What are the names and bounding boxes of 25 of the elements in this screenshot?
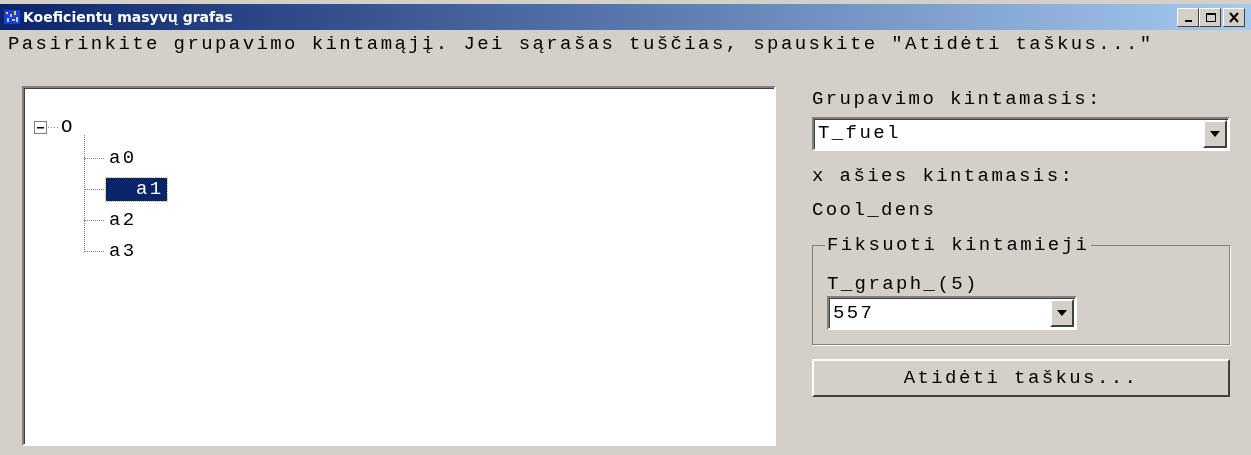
field-label: T_graph_(5) (827, 273, 980, 296)
app-icon (4, 9, 20, 25)
points-button[interactable]: Atidėti taškus... (812, 359, 1230, 397)
tree-item[interactable]: a3 (106, 239, 140, 263)
tree-item[interactable]: a2 (106, 208, 140, 232)
field-label: x ašies kintamasis: (812, 164, 1076, 188)
close-button[interactable] (1223, 7, 1245, 27)
caret-icon (1210, 130, 1220, 137)
tree-item[interactable]: a0 (106, 146, 140, 170)
minimize-icon (1184, 20, 1192, 22)
collapse-icon[interactable] (34, 120, 58, 134)
window-title: Koeficientų masyvų grafas (23, 7, 234, 27)
tree-item[interactable]: a1 (106, 177, 167, 201)
group-title: Fiksuoti kintamieji (826, 236, 1091, 256)
close-icon (1227, 11, 1241, 23)
maximize-button[interactable] (1199, 7, 1221, 27)
caret-icon (1057, 310, 1067, 316)
grouping-dropdown[interactable]: T_fuel (812, 116, 1230, 151)
value-dropdown[interactable]: 557 (827, 296, 1077, 330)
instruction-text: Pasirinkite grupavimo kintamąjį. Jei sąrašas tuščias, spauskite "Atidėti taškus..." (7, 32, 1155, 56)
field-value: Cool_dens (812, 199, 938, 223)
minimize-button[interactable] (1177, 7, 1199, 27)
tree-item[interactable]: O (58, 115, 78, 139)
maximize-icon (1203, 11, 1217, 23)
field-label: Grupavimo kintamasis: (812, 87, 1103, 111)
